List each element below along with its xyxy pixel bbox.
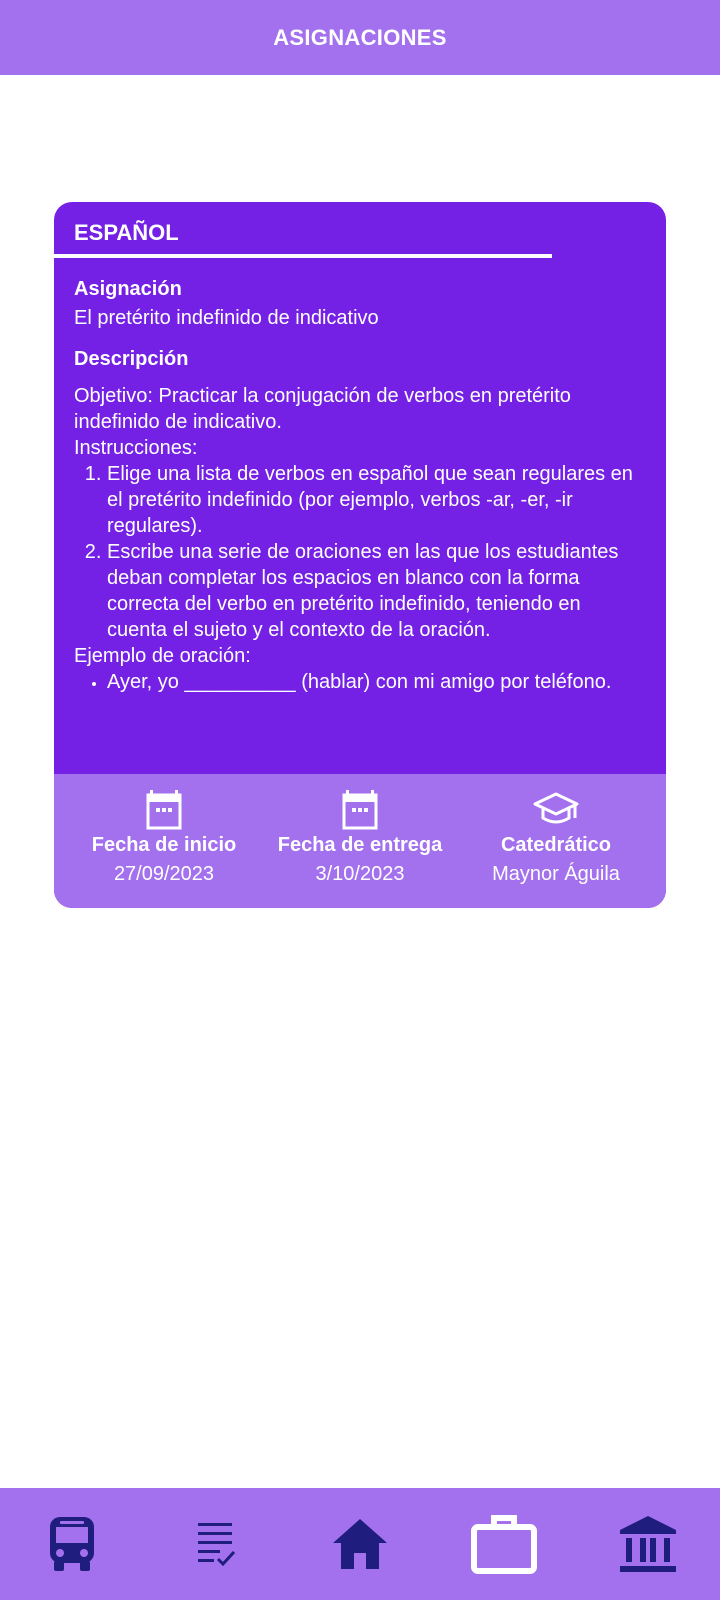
nav-tasks[interactable] xyxy=(181,1509,251,1579)
due-date-title: Fecha de entrega xyxy=(277,834,443,856)
teacher-value: Maynor Águila xyxy=(492,863,620,885)
teacher: Catedrático Maynor Águila xyxy=(458,774,654,908)
instructions-label: Instrucciones: xyxy=(74,437,198,459)
nav-home[interactable] xyxy=(325,1509,395,1579)
start-date: Fecha de inicio 27/09/2023 xyxy=(66,774,262,908)
card-footer: Fecha de inicio 27/09/2023 Fecha de entr… xyxy=(54,774,666,908)
graduation-cap-icon xyxy=(533,792,579,824)
subject-divider xyxy=(54,254,552,258)
teacher-title: Catedrático xyxy=(500,834,612,856)
start-date-title: Fecha de inicio xyxy=(91,834,237,856)
briefcase-icon xyxy=(471,1515,537,1574)
due-date-value: 3/10/2023 xyxy=(315,863,405,885)
instruction-item: Escribe una serie de oraciones en las qu… xyxy=(107,539,646,643)
subject-title: ESPAÑOL xyxy=(74,220,179,245)
example-label: Ejemplo de oración: xyxy=(74,645,251,667)
checklist-icon xyxy=(198,1523,236,1567)
bottom-navigation xyxy=(0,1488,720,1600)
assignment-label: Asignación xyxy=(74,278,182,300)
instructions-list: Elige una lista de verbos en español que… xyxy=(74,461,646,643)
description-label: Descripción xyxy=(74,348,189,370)
objective-text: Objetivo: Practicar la conjugación de ve… xyxy=(74,385,571,433)
example-list: Ayer, yo __________ (hablar) con mi amig… xyxy=(74,669,646,695)
bank-icon xyxy=(620,1516,676,1572)
assignment-card[interactable]: ESPAÑOL Asignación El pretérito indefini… xyxy=(54,202,666,908)
bus-icon xyxy=(50,1517,94,1571)
home-icon xyxy=(333,1519,387,1569)
start-date-value: 27/09/2023 xyxy=(113,863,215,885)
assignment-value: El pretérito indefinido de indicativo xyxy=(74,307,379,329)
calendar-icon xyxy=(342,790,378,830)
nav-portfolio[interactable] xyxy=(469,1509,539,1579)
instruction-item: Elige una lista de verbos en español que… xyxy=(107,461,646,539)
nav-institution[interactable] xyxy=(613,1509,683,1579)
due-date: Fecha de entrega 3/10/2023 xyxy=(262,774,458,908)
example-item: Ayer, yo __________ (hablar) con mi amig… xyxy=(107,669,646,695)
calendar-icon xyxy=(146,790,182,830)
nav-bus[interactable] xyxy=(37,1509,107,1579)
page-title: ASIGNACIONES xyxy=(273,24,447,50)
app-header: ASIGNACIONES xyxy=(0,0,720,75)
description-body: Objetivo: Practicar la conjugación de ve… xyxy=(74,383,646,695)
